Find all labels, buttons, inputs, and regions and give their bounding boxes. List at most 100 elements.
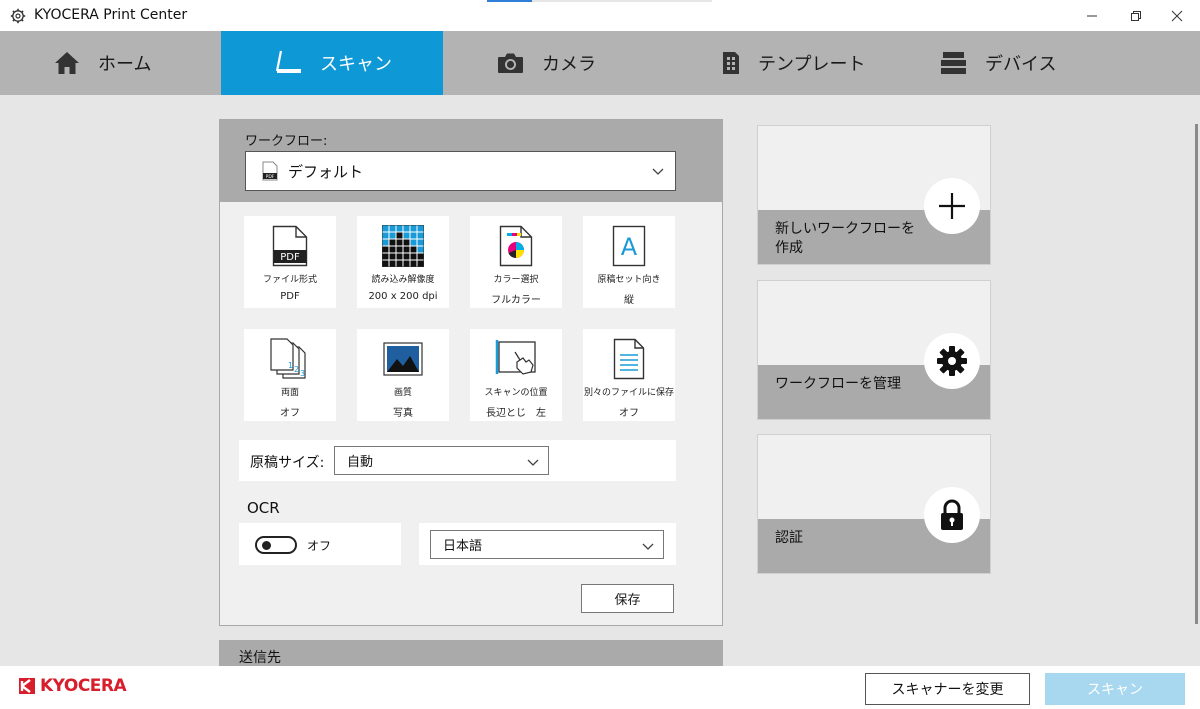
minimize-button[interactable] (1069, 0, 1115, 31)
setting-value: 写真 (393, 408, 413, 419)
scan-settings-panel: ワークフロー: PDF デフォルト PDF ファイル形式 PDF 読み込み解像度… (219, 119, 723, 626)
grid-cell (396, 239, 403, 246)
grid-cell (410, 260, 417, 267)
setting-label: 両面 (280, 388, 299, 398)
grid-cell (403, 260, 410, 267)
tab-label: テンプレート (758, 54, 866, 75)
scan-button[interactable]: スキャン (1045, 673, 1185, 705)
chevron-down-icon (652, 168, 664, 175)
new-workflow-card[interactable]: 新しいワークフローを作成 (757, 125, 991, 265)
tab-camera[interactable]: カメラ (443, 31, 668, 95)
kyocera-logo-mark-icon (19, 678, 35, 694)
original-size-value: 自動 (347, 455, 374, 470)
setting-label: カラー選択 (493, 275, 539, 285)
tab-device[interactable]: デバイス (890, 31, 1200, 95)
authentication-card[interactable]: 認証 (757, 434, 991, 574)
change-scanner-button[interactable]: スキャナーを変更 (865, 673, 1030, 705)
setting-image-quality[interactable]: 画質 写真 (357, 329, 449, 421)
grid-cell (410, 225, 417, 232)
logo-text: KYOCERA (40, 676, 127, 696)
close-button[interactable] (1154, 0, 1200, 31)
grid-cell (417, 253, 424, 260)
grid-cell (403, 232, 410, 239)
scan-icon (275, 50, 301, 73)
grid-cell (382, 246, 389, 253)
original-size-dropdown[interactable]: 自動 (334, 446, 549, 475)
grid-cell (410, 239, 417, 246)
grid-cell (417, 239, 424, 246)
destination-label: 送信先 (239, 650, 281, 666)
lock-icon (941, 499, 963, 530)
setting-label: 別々のファイルに保存 (583, 388, 674, 398)
card-label: 認証 (775, 530, 803, 546)
card-label: 新しいワークフローを作成 (775, 221, 915, 256)
tab-scan[interactable]: スキャン (221, 31, 443, 95)
ocr-language-row: 日本語 (419, 523, 676, 565)
setting-color[interactable]: カラー選択 フルカラー (470, 216, 562, 308)
workflow-value: デフォルト (288, 162, 364, 181)
destination-section[interactable]: 送信先 (219, 640, 723, 666)
chevron-down-icon (527, 459, 539, 466)
save-button[interactable]: 保存 (581, 584, 674, 613)
pdf-mini-text: PDF (266, 174, 275, 180)
setting-value: オフ (619, 408, 639, 419)
vertical-scrollbar[interactable] (1195, 124, 1198, 624)
setting-separate-files[interactable]: 別々のファイルに保存 オフ (583, 329, 675, 421)
ocr-language-dropdown[interactable]: 日本語 (430, 530, 664, 559)
tab-template[interactable]: テンプレート (668, 31, 890, 95)
grid-cell (382, 260, 389, 267)
grid-cell (382, 232, 389, 239)
grid-cell (410, 246, 417, 253)
grid-cell (389, 246, 396, 253)
setting-value: オフ (280, 408, 300, 419)
setting-label: 原稿セット向き (597, 275, 661, 285)
grid-cell (389, 239, 396, 246)
original-size-label: 原稿サイズ: (250, 455, 325, 471)
orientation-icon: A (612, 225, 646, 267)
grid-cell (396, 225, 403, 232)
grid-cell (382, 239, 389, 246)
template-icon (723, 52, 739, 74)
grid-cell (403, 246, 410, 253)
setting-duplex[interactable]: 1 2 3 両面 オフ (244, 329, 336, 421)
separate-files-icon (613, 338, 645, 380)
tab-label: デバイス (985, 54, 1057, 75)
device-icon (941, 52, 966, 74)
restore-button[interactable] (1113, 0, 1159, 31)
resolution-grid-icon (382, 225, 424, 267)
tab-label: カメラ (542, 54, 596, 75)
duplex-page-1: 1 (288, 361, 293, 370)
workflow-header: ワークフロー: PDF デフォルト (220, 120, 722, 202)
grid-cell (403, 253, 410, 260)
setting-value: PDF (280, 291, 300, 302)
card-label: ワークフローを管理 (775, 376, 901, 392)
ocr-toggle-text: オフ (307, 539, 332, 553)
setting-scan-position[interactable]: スキャンの位置 長辺とじ 左 (470, 329, 562, 421)
restore-icon (1131, 10, 1141, 21)
grid-cell (396, 232, 403, 239)
setting-value: 長辺とじ 左 (486, 408, 546, 419)
setting-value: 縦 (624, 295, 634, 306)
tab-home[interactable]: ホーム (0, 31, 221, 95)
workflow-select[interactable]: PDF デフォルト (245, 151, 676, 191)
duplex-page-2: 2 (294, 365, 299, 374)
ocr-toggle[interactable] (255, 536, 297, 554)
setting-label: 画質 (393, 388, 412, 398)
main-tab-bar: ホーム スキャン カメラ テンプレート デバイス (0, 31, 1200, 95)
setting-file-format[interactable]: PDF ファイル形式 PDF (244, 216, 336, 308)
grid-cell (382, 253, 389, 260)
title-bar: KYOCERA Print Center (0, 0, 1200, 31)
pdf-icon-text: PDF (280, 252, 300, 263)
minimize-icon (1087, 15, 1097, 16)
grid-cell (417, 260, 424, 267)
setting-resolution[interactable]: 読み込み解像度 200 x 200 dpi (357, 216, 449, 308)
manage-workflow-card[interactable]: ワークフローを管理 (757, 280, 991, 420)
grid-cell (403, 225, 410, 232)
grid-cell (389, 232, 396, 239)
setting-value: フルカラー (491, 295, 541, 306)
color-select-icon (499, 225, 533, 267)
setting-orientation[interactable]: A 原稿セット向き 縦 (583, 216, 675, 308)
setting-label: スキャンの位置 (484, 388, 548, 398)
grid-cell (396, 253, 403, 260)
image-quality-icon (383, 342, 423, 376)
